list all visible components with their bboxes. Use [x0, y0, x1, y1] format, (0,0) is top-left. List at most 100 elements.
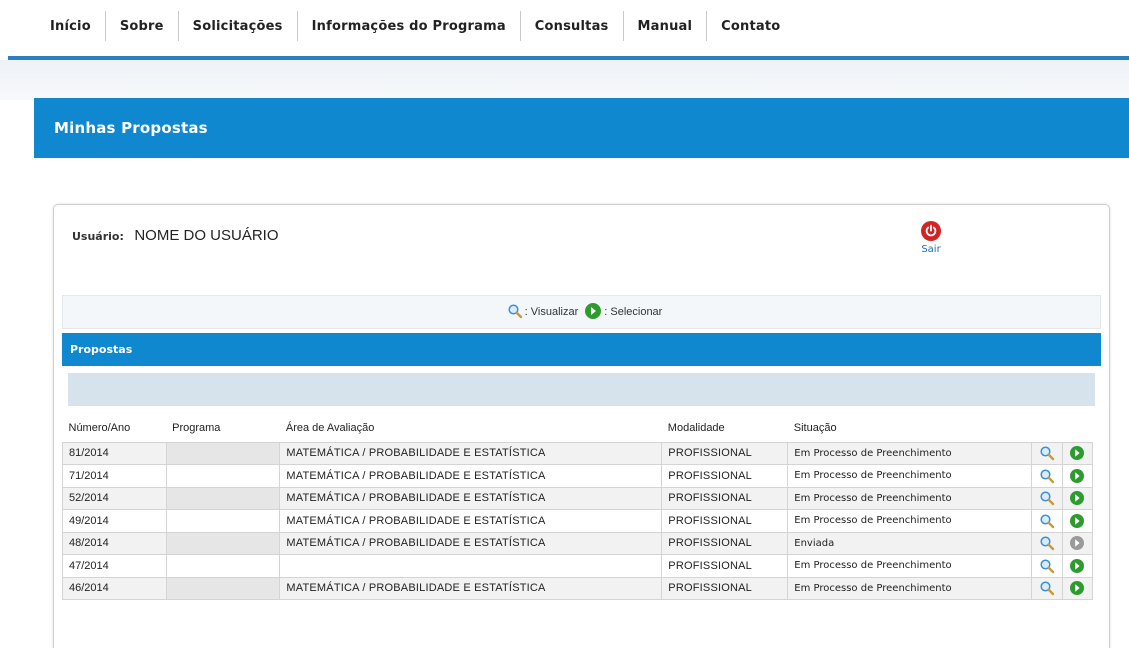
nav-item-consultas: Consultas	[519, 11, 623, 41]
cell-modalidade: PROFISSIONAL	[661, 509, 789, 533]
cell-modalidade: PROFISSIONAL	[661, 486, 789, 510]
col-header-programa[interactable]: Programa	[166, 414, 280, 442]
magnifier-icon	[507, 303, 523, 322]
cell-area: MATEMÁTICA / PROBABILIDADE E ESTATÍSTICA	[279, 509, 663, 533]
col-header-area[interactable]: Área de Avaliação	[280, 414, 662, 442]
col-header-modalidade[interactable]: Modalidade	[662, 414, 788, 442]
user-info: Usuário: NOME DO USUÁRIO	[72, 227, 279, 244]
nav-link-informacoes[interactable]: Informações do Programa	[298, 19, 520, 34]
table-row: 49/2014 MATEMÁTICA / PROBABILIDADE E EST…	[62, 509, 1093, 533]
select-arrow-icon[interactable]	[1069, 580, 1085, 596]
cell-situacao: Em Processo de Preenchimento	[787, 464, 1033, 488]
nav-link-sobre[interactable]: Sobre	[106, 19, 178, 34]
cell-view	[1031, 554, 1063, 578]
col-header-view	[1032, 414, 1062, 442]
table-row: 48/2014 MATEMÁTICA / PROBABILIDADE E EST…	[62, 531, 1093, 555]
nav-link-manual[interactable]: Manual	[624, 19, 707, 34]
section-title: Propostas	[70, 343, 133, 356]
magnifier-icon[interactable]	[1039, 445, 1055, 461]
select-arrow-icon[interactable]	[1069, 445, 1085, 461]
nav-link-consultas[interactable]: Consultas	[521, 19, 623, 34]
cell-select	[1061, 464, 1093, 488]
magnifier-icon[interactable]	[1039, 490, 1055, 506]
cell-select	[1061, 509, 1093, 533]
cell-numero: 46/2014	[62, 576, 167, 600]
cell-situacao: Em Processo de Preenchimento	[787, 509, 1033, 533]
nav-link-solicitacoes[interactable]: Solicitações	[179, 19, 297, 34]
col-header-numero[interactable]: Número/Ano	[63, 414, 167, 442]
nav-item-manual: Manual	[622, 11, 707, 41]
cell-select	[1061, 554, 1093, 578]
cell-area: MATEMÁTICA / PROBABILIDADE E ESTATÍSTICA	[279, 441, 663, 465]
select-arrow-icon[interactable]	[1069, 513, 1085, 529]
nav-item-sobre: Sobre	[104, 11, 178, 41]
cell-view	[1031, 509, 1063, 533]
page-title-bar: Minhas Propostas	[34, 98, 1129, 158]
cell-area	[279, 554, 663, 578]
logout-label: Sair	[921, 244, 941, 255]
cell-programa	[165, 576, 281, 600]
cell-modalidade: PROFISSIONAL	[661, 464, 789, 488]
table-row: 52/2014 MATEMÁTICA / PROBABILIDADE E EST…	[62, 486, 1093, 510]
magnifier-icon[interactable]	[1039, 468, 1055, 484]
select-arrow-disabled-icon	[1069, 535, 1085, 551]
icon-legend: : Visualizar : Selecionar	[62, 295, 1101, 329]
cell-programa	[165, 509, 281, 533]
section-header: Propostas	[62, 333, 1101, 366]
cell-numero: 48/2014	[62, 531, 167, 555]
magnifier-icon[interactable]	[1039, 558, 1055, 574]
power-icon	[921, 221, 941, 241]
nav-item-inicio: Início	[50, 19, 105, 34]
select-arrow-icon[interactable]	[1069, 490, 1085, 506]
cell-programa	[165, 441, 281, 465]
cell-situacao: Em Processo de Preenchimento	[787, 486, 1033, 510]
user-label: Usuário:	[72, 230, 124, 243]
cell-numero: 49/2014	[62, 509, 167, 533]
cell-modalidade: PROFISSIONAL	[661, 554, 789, 578]
cell-situacao: Em Processo de Preenchimento	[787, 576, 1033, 600]
magnifier-icon[interactable]	[1039, 513, 1055, 529]
header-background	[0, 60, 1129, 100]
cell-programa	[165, 531, 281, 555]
magnifier-icon[interactable]	[1039, 535, 1055, 551]
table-row: 47/2014 PROFISSIONAL Em Processo de Pree…	[62, 554, 1093, 578]
cell-situacao: Em Processo de Preenchimento	[787, 441, 1033, 465]
nav-link-contato[interactable]: Contato	[707, 19, 794, 34]
cell-situacao: Enviada	[787, 531, 1033, 555]
legend-view-label: : Visualizar	[524, 306, 579, 318]
select-arrow-icon[interactable]	[1069, 558, 1085, 574]
cell-numero: 47/2014	[62, 554, 167, 578]
nav-item-informacoes: Informações do Programa	[296, 11, 520, 41]
nav-link-inicio[interactable]: Início	[50, 19, 105, 34]
page-title: Minhas Propostas	[54, 119, 208, 137]
col-header-situacao[interactable]: Situação	[788, 414, 1032, 442]
cell-select	[1061, 576, 1093, 600]
col-header-select	[1062, 414, 1093, 442]
proposals-table: Número/Ano Programa Área de Avaliação Mo…	[62, 414, 1093, 600]
table-row: 46/2014 MATEMÁTICA / PROBABILIDADE E EST…	[62, 576, 1093, 600]
table-row: 81/2014 MATEMÁTICA / PROBABILIDADE E EST…	[62, 441, 1093, 465]
cell-modalidade: PROFISSIONAL	[661, 531, 789, 555]
cell-programa	[165, 464, 281, 488]
cell-select	[1061, 531, 1093, 555]
select-arrow-icon[interactable]	[1069, 468, 1085, 484]
logout-button[interactable]: Sair	[916, 221, 946, 255]
cell-select	[1061, 486, 1093, 510]
table-header-row: Número/Ano Programa Área de Avaliação Mo…	[63, 414, 1093, 442]
cell-area: MATEMÁTICA / PROBABILIDADE E ESTATÍSTICA	[279, 576, 663, 600]
cell-area: MATEMÁTICA / PROBABILIDADE E ESTATÍSTICA	[279, 464, 663, 488]
cell-numero: 81/2014	[62, 441, 167, 465]
magnifier-icon[interactable]	[1039, 580, 1055, 596]
cell-modalidade: PROFISSIONAL	[661, 441, 789, 465]
cell-area: MATEMÁTICA / PROBABILIDADE E ESTATÍSTICA	[279, 486, 663, 510]
cell-view	[1031, 441, 1063, 465]
cell-numero: 52/2014	[62, 486, 167, 510]
cell-programa	[165, 486, 281, 510]
cell-view	[1031, 576, 1063, 600]
legend-select-label: : Selecionar	[604, 306, 663, 318]
cell-situacao: Em Processo de Preenchimento	[787, 554, 1033, 578]
cell-view	[1031, 486, 1063, 510]
nav-item-contato: Contato	[706, 11, 794, 41]
cell-programa	[165, 554, 281, 578]
proposals-panel: Usuário: NOME DO USUÁRIO Sair : Visualiz…	[53, 204, 1110, 648]
